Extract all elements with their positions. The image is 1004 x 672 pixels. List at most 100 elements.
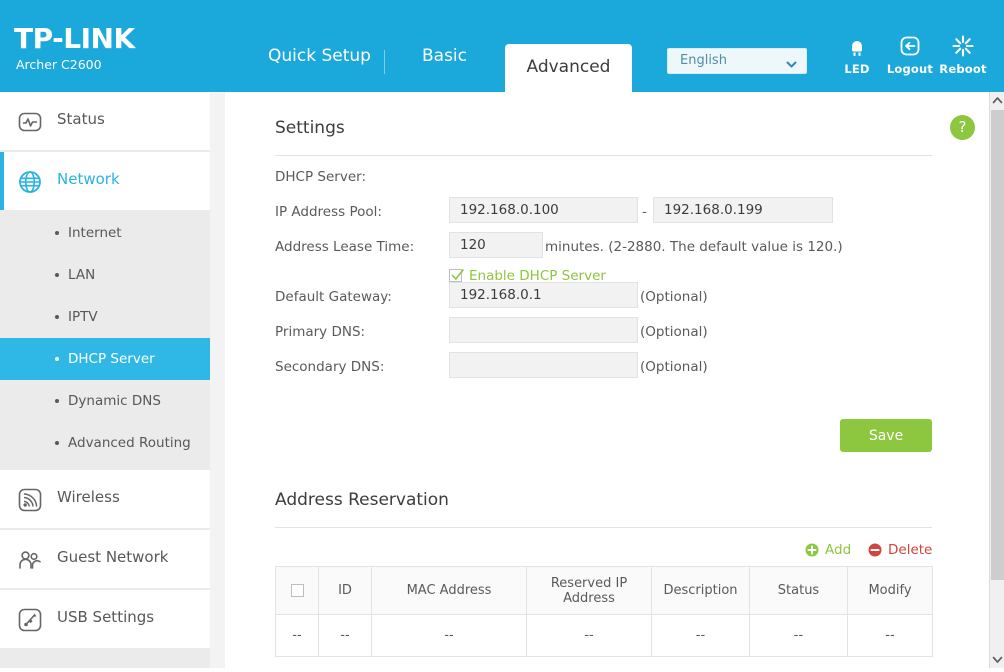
- ip-pool-start-input[interactable]: [449, 197, 638, 223]
- nav-divider: [384, 50, 385, 74]
- led-icon: [827, 34, 887, 60]
- content-panel: ? Settings DHCP Server: Enable DHCP Serv…: [225, 92, 992, 668]
- cell-mac-address: --: [371, 614, 527, 657]
- vertical-scrollbar[interactable]: [989, 92, 1004, 668]
- gateway-optional-hint: (Optional): [640, 289, 708, 305]
- cell-reserved-ip: --: [526, 614, 652, 657]
- table-header-mac-address: MAC Address: [371, 566, 527, 615]
- scrollbar-thumb[interactable]: [991, 110, 1004, 580]
- usb-settings-icon: [17, 607, 43, 633]
- cell-id: --: [318, 614, 372, 657]
- bullet-icon: [55, 441, 59, 445]
- add-label: Add: [825, 542, 852, 558]
- brand: TP-LINK Archer C2600: [14, 24, 135, 72]
- language-select[interactable]: English: [667, 48, 807, 74]
- wireless-icon: [17, 487, 43, 513]
- cell-status: --: [749, 614, 848, 657]
- sidebar-item-network-label: Network: [57, 170, 120, 188]
- bullet-icon: [55, 231, 59, 235]
- nav-advanced-label: Advanced: [526, 57, 611, 77]
- table-row[interactable]: -- -- -- -- -- -- --: [275, 614, 933, 657]
- ip-pool-separator: -: [642, 204, 647, 220]
- bullet-icon: [55, 357, 59, 361]
- plus-circle-icon: [805, 543, 819, 557]
- sidebar: Status Network Internet LAN IPTV DHCP Se…: [0, 92, 210, 668]
- reboot-label: Reboot: [939, 62, 987, 76]
- guest-network-icon: [17, 547, 43, 573]
- lease-time-input[interactable]: [449, 232, 543, 258]
- primary-dns-label: Primary DNS:: [275, 324, 366, 340]
- logout-button[interactable]: Logout: [880, 34, 940, 76]
- app-header: TP-LINK Archer C2600 Quick Setup Basic A…: [0, 0, 1004, 92]
- bullet-icon: [55, 399, 59, 403]
- globe-icon: [17, 169, 43, 195]
- led-button[interactable]: LED: [827, 34, 887, 76]
- table-header-description: Description: [651, 566, 750, 615]
- reboot-icon: [933, 34, 993, 60]
- logout-label: Logout: [886, 62, 934, 76]
- sidebar-item-network[interactable]: Network: [0, 152, 210, 210]
- sidebar-item-usb-settings-label: USB Settings: [57, 608, 155, 626]
- save-button[interactable]: Save: [840, 419, 932, 452]
- sidebar-subitem-internet-label: Internet: [68, 225, 122, 241]
- lease-time-hint: minutes. (2-2880. The default value is 1…: [545, 239, 843, 255]
- sidebar-item-status[interactable]: Status: [0, 92, 210, 150]
- ip-address-pool-label: IP Address Pool:: [275, 204, 382, 220]
- address-reservation-rule: [275, 527, 932, 528]
- secondary-dns-optional-hint: (Optional): [640, 359, 708, 375]
- sidebar-item-status-label: Status: [57, 110, 105, 128]
- cell-modify: --: [847, 614, 933, 657]
- sidebar-item-guest-network-label: Guest Network: [57, 548, 169, 566]
- cell-select: --: [275, 614, 319, 657]
- default-gateway-input[interactable]: [449, 282, 638, 308]
- delete-label: Delete: [888, 542, 933, 558]
- router-model: Archer C2600: [16, 57, 102, 72]
- body-wrapper: Status Network Internet LAN IPTV DHCP Se…: [0, 92, 1004, 668]
- table-header-id: ID: [318, 566, 372, 615]
- nav-advanced[interactable]: Advanced: [505, 44, 632, 92]
- select-all-checkbox[interactable]: [290, 584, 304, 597]
- sidebar-subitem-dhcp-server[interactable]: DHCP Server: [0, 338, 210, 380]
- sidebar-submenu-network: Internet LAN IPTV DHCP Server Dynamic DN…: [0, 212, 210, 464]
- sidebar-subitem-lan[interactable]: LAN: [0, 254, 210, 296]
- led-label: LED: [844, 62, 870, 76]
- primary-dns-input[interactable]: [449, 317, 638, 343]
- scroll-up-icon[interactable]: [990, 92, 1004, 109]
- bullet-icon: [55, 273, 59, 277]
- address-lease-time-label: Address Lease Time:: [275, 239, 415, 255]
- sidebar-subitem-advanced-routing-label: Advanced Routing: [68, 435, 191, 451]
- table-header-status: Status: [749, 566, 848, 615]
- table-header-select-all[interactable]: [275, 566, 319, 615]
- sidebar-item-guest-network[interactable]: Guest Network: [0, 530, 210, 588]
- sidebar-item-wireless[interactable]: Wireless: [0, 470, 210, 528]
- address-reservation-table: ID MAC Address Reserved IP Address Descr…: [275, 566, 933, 657]
- secondary-dns-input[interactable]: [449, 352, 638, 378]
- sidebar-subitem-iptv[interactable]: IPTV: [0, 296, 210, 338]
- sidebar-subitem-dhcp-server-label: DHCP Server: [68, 351, 155, 367]
- address-reservation-title: Address Reservation: [275, 490, 449, 510]
- settings-title-rule: [275, 155, 932, 156]
- reboot-button[interactable]: Reboot: [933, 34, 993, 76]
- logout-icon: [880, 34, 940, 60]
- sidebar-subitem-advanced-routing[interactable]: Advanced Routing: [0, 422, 210, 464]
- minus-circle-icon: [868, 543, 882, 557]
- cell-description: --: [651, 614, 750, 657]
- chevron-down-icon: [786, 55, 797, 68]
- sidebar-item-usb-settings[interactable]: USB Settings: [0, 590, 210, 648]
- table-header-row: ID MAC Address Reserved IP Address Descr…: [275, 566, 933, 615]
- nav-basic[interactable]: Basic: [422, 46, 467, 66]
- settings-section-title: Settings: [275, 118, 345, 138]
- secondary-dns-label: Secondary DNS:: [275, 359, 385, 375]
- nav-quick-setup[interactable]: Quick Setup: [268, 46, 371, 66]
- sidebar-item-wireless-label: Wireless: [57, 488, 120, 506]
- sidebar-subitem-internet[interactable]: Internet: [0, 212, 210, 254]
- sidebar-subitem-dynamic-dns-label: Dynamic DNS: [68, 393, 161, 409]
- default-gateway-label: Default Gateway:: [275, 289, 392, 305]
- sidebar-subitem-dynamic-dns[interactable]: Dynamic DNS: [0, 380, 210, 422]
- scroll-down-icon[interactable]: [990, 651, 1004, 668]
- help-button[interactable]: ?: [950, 115, 975, 140]
- language-value: English: [680, 53, 727, 68]
- active-indicator: [0, 152, 4, 210]
- ip-pool-end-input[interactable]: [653, 197, 833, 223]
- table-header-modify: Modify: [847, 566, 933, 615]
